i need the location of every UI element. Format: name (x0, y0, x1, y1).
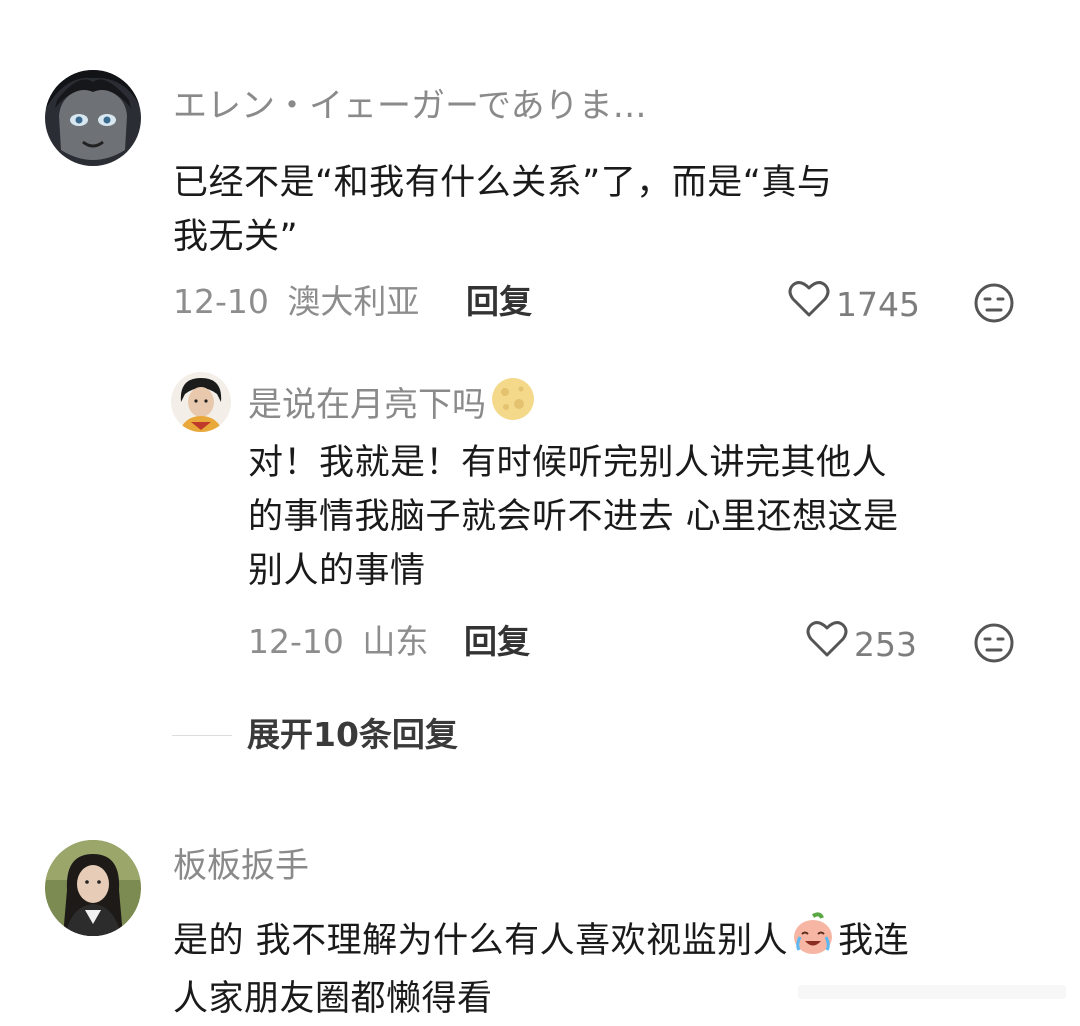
reply-text-line: 对！我就是！有时候听完别人讲完其他人 (248, 443, 888, 483)
watermark (798, 982, 1066, 1002)
comment-text-line: 是的 我不理解为什么有人喜欢视监别人 我连 (173, 910, 909, 972)
reply-date: 12-10 (248, 622, 344, 661)
reply-meta: 12-10 山东 (248, 620, 428, 664)
like-button[interactable]: 1745 (788, 280, 920, 329)
comment-text-segment: 是的 我不理解为什么有人喜欢视监别人 (173, 921, 789, 961)
avatar[interactable] (45, 70, 141, 166)
like-count: 253 (854, 624, 917, 664)
comment-text-line: 已经不是“和我有什么关系”了，而是“真与 (173, 163, 833, 203)
comment-text: 已经不是“和我有什么关系”了，而是“真与 我无关” (173, 156, 832, 264)
comment-text-line: 我无关” (173, 217, 299, 257)
reply-username[interactable]: 是说在月亮下吗 (248, 383, 486, 427)
comment-text: 是的 我不理解为什么有人喜欢视监别人 我连 人家朋友圈都懒得看 (173, 910, 909, 1026)
avatar[interactable] (45, 840, 141, 936)
username: 是说在月亮下吗 (248, 376, 536, 433)
neutral-face-icon[interactable] (973, 622, 1015, 668)
reply-text: 对！我就是！有时候听完别人讲完其他人 的事情我脑子就会听不进去 心里还想这是 别… (248, 436, 899, 598)
crying-laughing-peach-icon (790, 910, 836, 972)
like-button[interactable]: 253 (806, 620, 917, 669)
heart-outline-icon (788, 280, 836, 329)
reply-button[interactable]: 回复 (464, 620, 530, 664)
comment-meta: 12-10 澳大利亚 (173, 280, 419, 324)
comment-text-segment: 我连 (838, 921, 910, 961)
heart-outline-icon (806, 620, 854, 669)
neutral-face-icon[interactable] (973, 282, 1015, 328)
reply-button[interactable]: 回复 (466, 280, 532, 324)
comment-date: 12-10 (173, 282, 269, 321)
full-moon-icon (490, 376, 536, 433)
like-count: 1745 (836, 284, 920, 324)
username[interactable]: エレン・イェーガーでありま… (173, 84, 647, 128)
reply-text-line: 的事情我脑子就会听不进去 心里还想这是 (248, 497, 899, 537)
avatar[interactable] (171, 372, 231, 432)
expand-divider-line (172, 735, 232, 736)
expand-replies-button[interactable]: 展开10条回复 (247, 713, 458, 757)
reply-location: 山东 (362, 622, 429, 661)
username[interactable]: 板板扳手 (173, 844, 309, 888)
comment-location: 澳大利亚 (287, 282, 420, 321)
reply-text-line: 别人的事情 (248, 551, 426, 591)
